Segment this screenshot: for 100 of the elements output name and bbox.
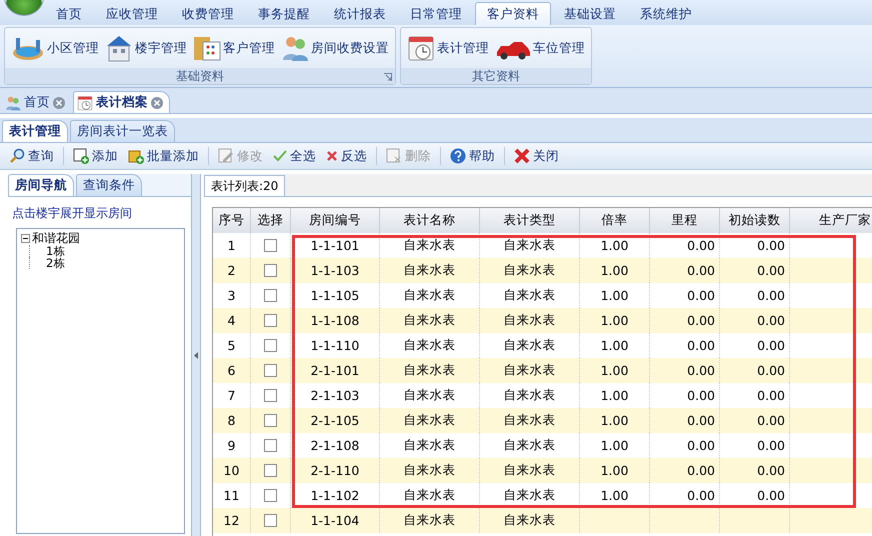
table-cell: 自来水表 [404,437,456,454]
document-tab[interactable]: 首页 [2,92,71,113]
table-row[interactable]: 12 1-1-104 自来水表 自来水表 [213,508,872,533]
table-cell: 自来水表 [504,512,556,529]
checkbox[interactable] [264,239,277,252]
table-cell: 1.00 [600,238,628,253]
table-cell: 自来水表 [404,262,456,279]
table-cell: 自来水表 [404,362,456,379]
table-cell: 11 [224,488,240,503]
close-icon[interactable] [151,96,163,108]
table-cell: 自来水表 [504,337,556,354]
menu-tab[interactable]: 收费管理 [171,3,245,25]
table-cell: 1.00 [600,388,628,403]
table-cell: 2-1-110 [310,463,360,478]
ribbon-button[interactable]: 房间收费设置 [281,34,389,62]
tree-node[interactable]: 2栋 [29,257,180,269]
table-row[interactable]: 2 1-1-103 自来水表 自来水表 1.00 0.00 0.00 [213,258,872,283]
ribbon-button[interactable]: 表计管理 [407,34,489,62]
menu-tab[interactable]: 日常管理 [399,3,473,25]
toolbar-button[interactable]: 批量添加 [125,148,202,164]
menu-tab[interactable]: 基础设置 [553,3,627,25]
people-icon [281,34,309,62]
toolbar-button[interactable]: 查询 [6,148,57,164]
table-cell: 9 [228,438,236,453]
table-cell: 0.00 [687,363,715,378]
table-cell: 0.00 [687,338,715,353]
table-cell: 0.00 [757,438,785,453]
group-title: 基础资料 [5,68,395,84]
tree-node[interactable]: 1栋 [29,245,180,257]
table-cell: 0.00 [687,238,715,253]
cross-icon [326,150,338,162]
group-title: 其它资料 [401,68,591,84]
table-cell: 0.00 [757,413,785,428]
ribbon-button[interactable]: 客户管理 [193,34,275,62]
table-cell: 自来水表 [404,462,456,479]
tab[interactable]: 房间表计一览表 [70,120,175,142]
checkbox[interactable] [264,364,277,377]
toolbar-button[interactable]: 帮助 [447,148,498,164]
checkbox[interactable] [264,389,277,402]
table-cell: 6 [228,363,236,378]
checkbox[interactable] [264,339,277,352]
table-cell: 2 [228,263,236,278]
tab[interactable]: 房间导航 [8,174,74,196]
table-cell: 0.00 [687,488,715,503]
menu-tab[interactable]: 统计报表 [323,3,397,25]
table-cell: 1-1-110 [310,338,360,353]
collapse-icon[interactable] [21,234,30,242]
menu-tab[interactable]: 应收管理 [95,3,169,25]
table-cell: 1.00 [600,438,628,453]
table-cell: 自来水表 [504,487,556,504]
ribbon-button[interactable]: 小区管理 [11,34,99,62]
table-cell: 10 [224,463,240,478]
search-icon [9,148,25,164]
table-cell: 1-1-104 [310,513,360,528]
caret-icon[interactable] [194,352,198,358]
ribbon-button[interactable]: 车位管理 [495,34,585,62]
tab[interactable]: 表计列表:20 [204,175,286,196]
toolbar-button[interactable]: 全选 [270,148,319,164]
checkbox[interactable] [264,314,277,327]
table-row[interactable]: 10 2-1-110 自来水表 自来水表 1.00 0.00 0.00 [213,458,872,483]
menu-tab[interactable]: 首页 [45,3,93,25]
menu-tab[interactable]: 客户资料 [475,2,551,25]
table-cell: 自来水表 [404,287,456,304]
toolbar-button[interactable]: 添加 [70,148,121,164]
ribbon-button[interactable]: 楼宇管理 [105,34,187,62]
tree-node[interactable]: 和谐花园 [21,231,180,245]
table-cell: 0.00 [757,363,785,378]
checkbox[interactable] [264,264,277,277]
checkbox[interactable] [264,489,277,502]
toolbar-button[interactable]: 反选 [323,148,370,164]
table-cell: 自来水表 [504,387,556,404]
table-cell: 自来水表 [504,412,556,429]
table-cell: 自来水表 [404,337,456,354]
folder-icon [193,34,221,62]
table-cell: 自来水表 [404,237,456,254]
document-tab[interactable]: 表计档案 [73,91,170,113]
table-cell: 0.00 [757,463,785,478]
help-icon [450,148,466,164]
table-cell: 2-1-103 [310,388,360,403]
toolbar-button[interactable]: 关闭 [511,148,562,164]
tab[interactable]: 查询条件 [76,174,142,196]
menu-tab[interactable]: 系统维护 [629,3,703,25]
table-row[interactable]: 6 2-1-101 自来水表 自来水表 1.00 0.00 0.00 [213,358,872,383]
table-cell: 自来水表 [504,437,556,454]
add-icon [73,148,89,164]
table-row[interactable]: 8 2-1-105 自来水表 自来水表 1.00 0.00 0.00 [213,408,872,433]
table-row[interactable]: 4 1-1-108 自来水表 自来水表 1.00 0.00 0.00 [213,308,872,333]
table-cell: 0.00 [687,463,715,478]
table-cell: 自来水表 [504,287,556,304]
checkbox[interactable] [264,464,277,477]
close-icon[interactable] [53,96,65,108]
checkbox[interactable] [264,514,277,527]
checkbox[interactable] [264,414,277,427]
menu-tab[interactable]: 事务提醒 [247,3,321,25]
table-cell: 1.00 [600,338,628,353]
dialog-launcher-icon[interactable] [384,73,392,81]
table-cell: 0.00 [757,238,785,253]
tab[interactable]: 表计管理 [2,120,68,142]
checkbox[interactable] [264,289,277,302]
checkbox[interactable] [264,439,277,452]
